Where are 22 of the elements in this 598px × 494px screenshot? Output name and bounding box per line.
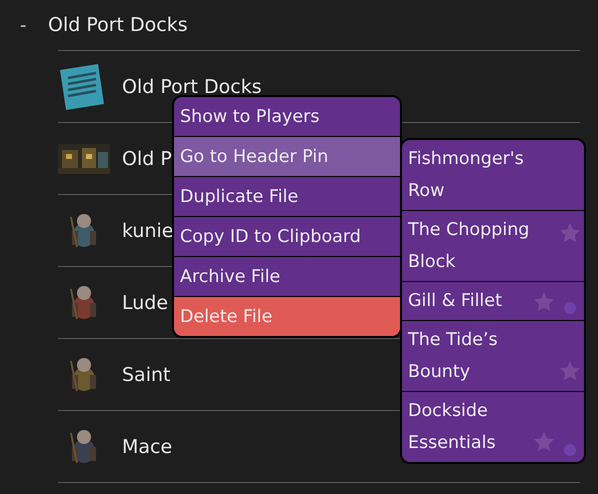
menu-item[interactable]: Go to Header Pin — [174, 137, 400, 176]
menu-item[interactable]: Copy ID to Clipboard — [174, 217, 400, 256]
submenu-item[interactable]: Fishmonger's Row — [402, 140, 584, 210]
file-name[interactable]: Lude — [122, 292, 168, 314]
file-name[interactable]: kunie — [122, 220, 174, 242]
menu-item[interactable]: Show to Players — [174, 97, 400, 136]
menu-item[interactable]: Archive File — [174, 257, 400, 296]
file-name[interactable]: Old P — [122, 148, 172, 170]
submenu-item[interactable]: The Tide’s Bounty — [402, 321, 584, 391]
submenu-item[interactable]: The Chopping Block — [402, 211, 584, 281]
menu-item[interactable]: Duplicate File — [174, 177, 400, 216]
star-icon[interactable] — [532, 430, 556, 454]
submenu-item[interactable]: Dockside Essentials — [402, 392, 584, 462]
folder-title[interactable]: Old Port Docks — [48, 14, 188, 36]
file-name[interactable]: Saint — [122, 364, 170, 386]
submenu-item[interactable]: Gill & Fillet — [402, 282, 584, 320]
file-name[interactable]: Old Port Docks — [122, 76, 262, 98]
star-icon[interactable] — [532, 290, 556, 314]
star-icon[interactable] — [558, 359, 582, 383]
collapse-toggle[interactable]: - — [20, 14, 32, 36]
file-name[interactable]: Mace — [122, 436, 172, 458]
star-icon[interactable] — [558, 221, 582, 245]
